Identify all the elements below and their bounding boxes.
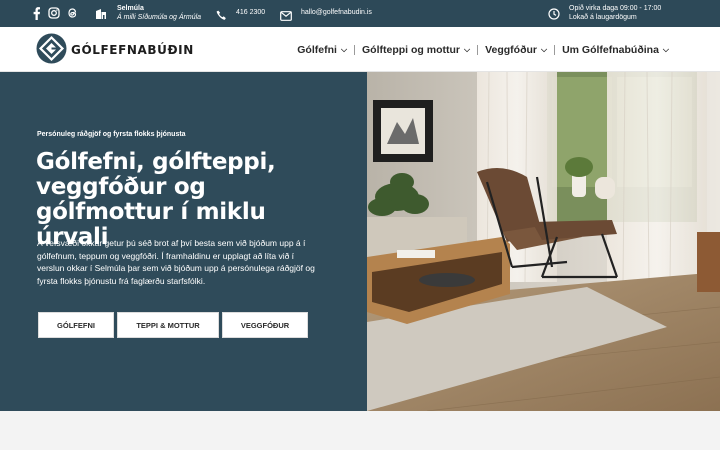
nav-label: Um Gólfefnabúðina [562, 43, 659, 56]
logo-icon[interactable] [36, 33, 67, 64]
instagram-icon[interactable] [48, 6, 60, 20]
hours-weekdays: Opið virka daga 09:00 - 17:00 [569, 5, 662, 12]
nav-item-golfefni[interactable]: Gólfefni ⌵ [290, 44, 354, 56]
hero-title: Gólfefni, gólfteppi, veggfóður og gólfmo… [36, 149, 276, 250]
hours-saturday: Lokað á laugardögum [569, 14, 637, 21]
chevron-down-icon: ⌵ [662, 44, 669, 54]
content-below-fold [0, 411, 720, 450]
store-address: Selmúla Á milli Síðumúla og Ármúla [117, 4, 201, 22]
top-info-bar: Selmúla Á milli Síðumúla og Ármúla 416 2… [0, 0, 720, 27]
veggfodur-button[interactable]: VEGGFÓÐUR [222, 312, 308, 338]
address-street: Selmúla [117, 5, 144, 12]
logo-wordmark[interactable]: GÓLFEFNABÚÐIN [71, 43, 194, 57]
address-location: Á milli Síðumúla og Ármúla [117, 14, 202, 21]
phone-icon [216, 8, 227, 20]
teppi-mottur-button[interactable]: TEPPI & MOTTUR [117, 312, 219, 338]
hero-eyebrow: Persónuleg ráðgjöf og fyrsta flokks þjón… [37, 131, 186, 138]
chevron-down-icon: ⌵ [541, 44, 548, 54]
main-nav: Gólfefni ⌵ Gólfteppi og mottur ⌵ Veggfóður… [290, 27, 676, 72]
opening-hours: Opið virka daga 09:00 - 17:00 Lokað á la… [569, 4, 661, 22]
page: Selmúla Á milli Síðumúla og Ármúla 416 2… [0, 0, 720, 450]
nav-item-um[interactable]: Um Gólfefnabúðina ⌵ [555, 44, 676, 56]
facebook-icon[interactable] [30, 6, 42, 20]
clock-icon [548, 7, 560, 20]
chevron-down-icon: ⌵ [464, 44, 471, 54]
chevron-down-icon: ⌵ [340, 44, 348, 54]
email-link[interactable]: hallo@golfefnabudin.is [301, 9, 372, 16]
envelope-icon [280, 8, 292, 21]
phone-number[interactable]: 416 2300 [236, 9, 265, 16]
nav-item-veggfodur[interactable]: Veggfóður ⌵ [478, 44, 554, 56]
nav-label: Gólfefni [297, 43, 337, 56]
site-header: GÓLFEFNABÚÐIN Gólfefni ⌵ Gólfteppi og mot… [0, 27, 720, 72]
nav-label: Veggfóður [485, 43, 537, 56]
nav-item-golfteppi[interactable]: Gólfteppi og mottur ⌵ [355, 44, 477, 56]
golfefni-button[interactable]: GÓLFEFNI [38, 312, 114, 338]
nav-label: Gólfteppi og mottur [362, 43, 460, 56]
building-icon [95, 7, 107, 19]
hero-description: Á vefsvæði okkar getur þú séð brot af þv… [37, 238, 315, 287]
social-links [30, 6, 78, 20]
hero-buttons: GÓLFEFNI TEPPI & MOTTUR VEGGFÓÐUR [38, 312, 308, 338]
threads-icon[interactable] [66, 6, 78, 20]
hero-living-room-photo [367, 72, 720, 411]
hero-panel: Persónuleg ráðgjöf og fyrsta flokks þjón… [0, 72, 367, 411]
